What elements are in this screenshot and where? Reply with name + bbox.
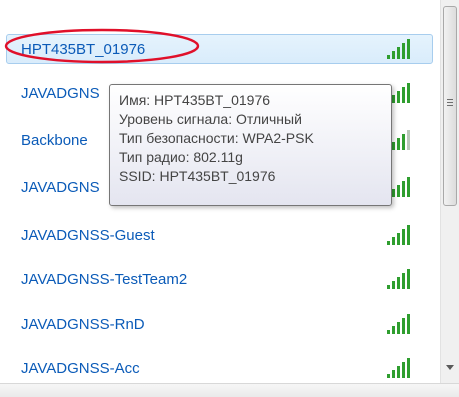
network-name: JAVADGNSS-Guest (21, 227, 155, 244)
network-name: JAVADGNSS-RnD (21, 316, 145, 333)
wifi-signal-icon (387, 269, 410, 289)
tooltip-signal-line: Уровень сигнала: Отличный (119, 111, 302, 127)
network-name: JAVADGNS (21, 179, 100, 196)
network-name: Backbone (21, 132, 88, 149)
tooltip-ssid-line: SSID: HPT435BT_01976 (119, 168, 276, 184)
tooltip-radio-line: Тип радио: 802.11g (119, 149, 243, 165)
network-item-javadgnss-testteam2[interactable]: JAVADGNSS-TestTeam2 (6, 264, 433, 294)
network-name: JAVADGNS (21, 85, 100, 102)
network-item-hpt435bt[interactable]: HPT435BT_01976 (6, 34, 433, 64)
network-tooltip: Имя: HPT435BT_01976 Уровень сигнала: Отл… (109, 84, 392, 206)
wifi-signal-icon (387, 358, 410, 378)
vertical-scrollbar[interactable] (440, 0, 459, 383)
network-item-javadgnss-rnd[interactable]: JAVADGNSS-RnD (6, 309, 433, 339)
scroll-down-arrow-icon[interactable] (445, 362, 455, 372)
wifi-signal-icon (387, 314, 410, 334)
network-name: HPT435BT_01976 (21, 41, 146, 58)
network-item-javadgnss-acc[interactable]: JAVADGNSS-Acc (6, 353, 433, 383)
scrollbar-thumb[interactable] (443, 6, 457, 206)
network-name: JAVADGNSS-TestTeam2 (21, 271, 188, 288)
wireless-networks-panel: HPT435BT_01976 JAVADGNS Backbone JAVADGN… (0, 0, 459, 397)
tooltip-name-line: Имя: HPT435BT_01976 (119, 92, 271, 108)
network-name: JAVADGNSS-Acc (21, 360, 140, 377)
scroll-grip-icon (447, 99, 453, 108)
network-item-javadgnss-guest[interactable]: JAVADGNSS-Guest (6, 220, 433, 250)
panel-footer (0, 383, 459, 397)
wifi-signal-icon (387, 39, 410, 59)
tooltip-security-line: Тип безопасности: WPA2-PSK (119, 130, 314, 146)
wifi-signal-icon (387, 225, 410, 245)
